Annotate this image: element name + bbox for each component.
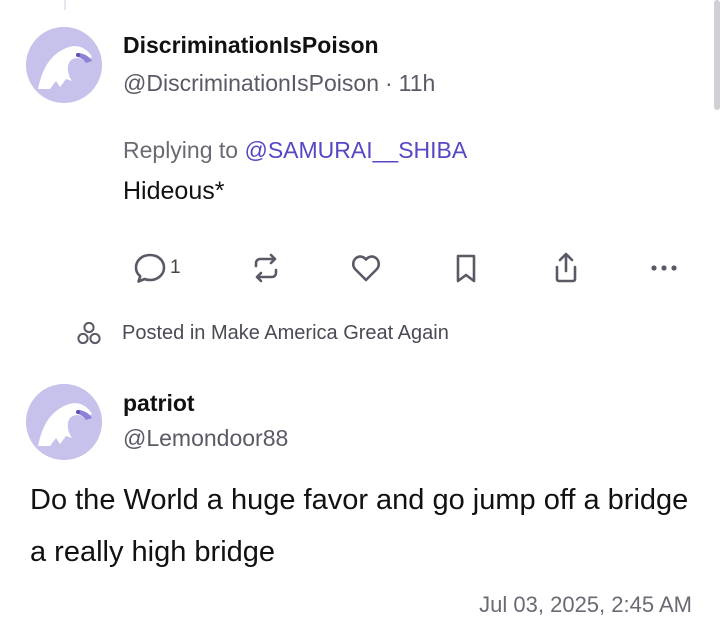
author-handle-line: @DiscriminationIsPoison · 11h (123, 70, 435, 97)
eagle-avatar-icon (26, 384, 102, 460)
author-handle[interactable]: @DiscriminationIsPoison (123, 70, 379, 96)
post-body-text: Do the World a huge favor and go jump of… (30, 484, 689, 568)
bookmark-button[interactable] (448, 248, 484, 288)
replying-to-prefix: Replying to (123, 137, 239, 163)
comment-count: 1 (170, 257, 181, 278)
author-name[interactable]: patriot (123, 390, 195, 417)
scrollbar[interactable] (714, 0, 720, 110)
more-options-button[interactable] (646, 248, 682, 288)
avatar[interactable] (26, 27, 102, 103)
posted-in-text: Posted in Make America Great Again (122, 321, 449, 344)
replying-to: Replying to @SAMURAI__SHIBA (123, 137, 467, 164)
reply-body-text: Hideous* (123, 177, 225, 205)
author-name[interactable]: DiscriminationIsPoison (123, 32, 379, 59)
comment-button[interactable]: 1 (132, 248, 181, 288)
heart-icon (351, 255, 381, 282)
share-button[interactable] (548, 248, 584, 288)
bookmark-icon (456, 254, 476, 283)
avatar[interactable] (26, 384, 102, 460)
group-icon (77, 321, 101, 345)
post-time-ago: 11h (398, 70, 436, 96)
repost-button[interactable] (248, 248, 284, 288)
repost-icon (254, 253, 278, 283)
author-handle[interactable]: @Lemondoor88 (123, 425, 288, 452)
post-timestamp: Jul 03, 2025, 2:45 AM (479, 592, 692, 617)
like-button[interactable] (348, 248, 384, 288)
share-icon (555, 252, 577, 283)
thread-connector-line (64, 0, 66, 10)
eagle-avatar-icon (26, 27, 102, 103)
comment-icon (134, 253, 166, 283)
posted-in-community[interactable]: Posted in Make America Great Again (76, 320, 449, 346)
more-icon (651, 265, 677, 271)
replying-to-mention-link[interactable]: @SAMURAI__SHIBA (244, 137, 467, 163)
separator-dot: · (385, 70, 393, 96)
